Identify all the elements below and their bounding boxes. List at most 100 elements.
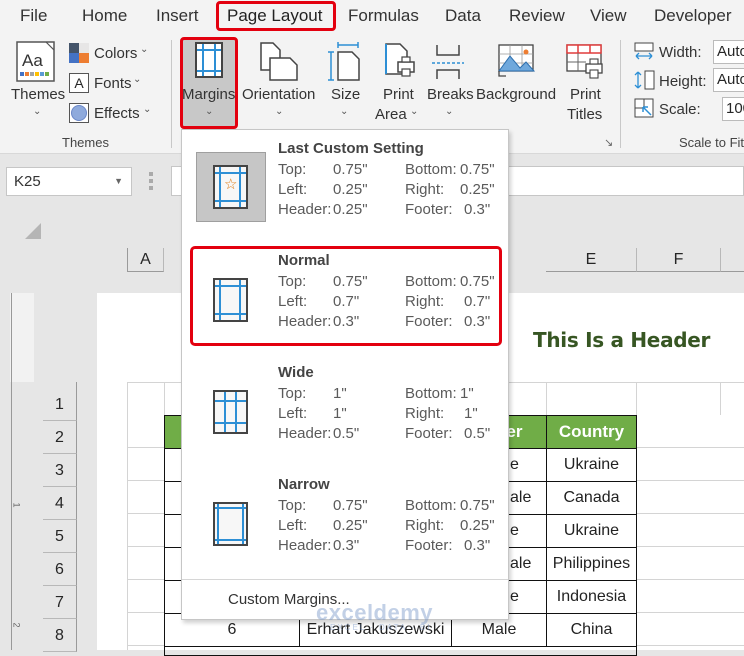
- tab-home[interactable]: Home: [82, 0, 127, 32]
- tab-formulas[interactable]: Formulas: [348, 0, 419, 32]
- column-header-f[interactable]: F: [637, 248, 721, 272]
- margins-label[interactable]: Margins: [182, 85, 235, 104]
- themes-group-label: Themes: [62, 135, 109, 150]
- top-value: 1": [333, 385, 347, 402]
- footer-label: Footer:: [405, 537, 453, 554]
- column-header-e[interactable]: E: [546, 248, 637, 272]
- row-header-4[interactable]: 4: [43, 487, 77, 520]
- option-title: Last Custom Setting: [278, 140, 424, 157]
- option-title: Narrow: [278, 476, 330, 493]
- colors-chevron-icon: ⌄: [140, 44, 149, 55]
- left-label: Left:: [278, 517, 308, 534]
- narrow-margins-icon: [213, 502, 248, 546]
- footer-label: Footer:: [405, 425, 453, 442]
- margin-option-narrow[interactable]: Narrow Top: 0.75" Bottom: 0.75" Left: 0.…: [182, 466, 508, 578]
- footer-value: 0.5": [464, 425, 491, 442]
- margin-option-wide[interactable]: Wide Top: 1" Bottom: 1" Left: 1" Right: …: [182, 354, 508, 466]
- fonts-button[interactable]: Fonts: [94, 74, 132, 93]
- themes-chevron-icon[interactable]: ⌄: [33, 106, 41, 117]
- page-layout-highlight-box: [216, 1, 336, 31]
- tab-view[interactable]: View: [590, 0, 627, 32]
- normal-option-highlight-box: [190, 246, 502, 346]
- right-label: Right:: [405, 405, 445, 422]
- margins-chevron-icon[interactable]: ⌄: [205, 106, 213, 117]
- fonts-icon: A: [69, 73, 89, 93]
- colors-button[interactable]: Colors: [94, 44, 137, 63]
- table-row-next: [164, 646, 637, 656]
- breaks-icon: [432, 45, 464, 79]
- margin-option-last-custom[interactable]: ☆ Last Custom Setting Top: 0.75" Bottom:…: [182, 130, 508, 242]
- row-header-8[interactable]: 8: [43, 619, 77, 652]
- right-label: Right:: [405, 181, 445, 198]
- tab-data[interactable]: Data: [445, 0, 481, 32]
- group-divider: [620, 40, 621, 148]
- name-box-dropdown-icon[interactable]: ▼: [114, 168, 123, 195]
- table-cell-country[interactable]: Ukraine: [546, 514, 637, 548]
- width-icon: [634, 42, 654, 60]
- right-value: 0.25": [460, 517, 495, 534]
- name-box-value: K25: [14, 173, 41, 190]
- size-button[interactable]: Size: [331, 85, 360, 104]
- margins-dropdown-menu: ☆ Last Custom Setting Top: 0.75" Bottom:…: [181, 129, 509, 620]
- top-value: 0.75": [333, 161, 368, 178]
- tab-file[interactable]: File: [20, 0, 47, 32]
- table-cell-country[interactable]: China: [546, 613, 637, 647]
- table-cell-country[interactable]: Ukraine: [546, 448, 637, 482]
- background-button[interactable]: Background: [476, 85, 556, 104]
- tab-review[interactable]: Review: [509, 0, 565, 32]
- grid-line: [546, 382, 547, 415]
- row-header-3[interactable]: 3: [43, 454, 77, 487]
- height-dropdown[interactable]: Automatic: [713, 68, 744, 92]
- bottom-label: Bottom:: [405, 385, 457, 402]
- row-header-2[interactable]: 2: [43, 421, 77, 454]
- print-area-label-1[interactable]: Print: [383, 85, 414, 104]
- page-header-text[interactable]: This Is a Header: [533, 328, 710, 352]
- header-label: Header:: [278, 425, 332, 442]
- grid-line: [164, 382, 165, 415]
- page-setup-launcher-icon[interactable]: ↘: [604, 136, 613, 149]
- select-all-corner[interactable]: [25, 223, 41, 239]
- tab-insert[interactable]: Insert: [156, 0, 199, 32]
- wide-margins-icon: [213, 390, 248, 434]
- bottom-value: 1": [460, 385, 474, 402]
- row-header-6[interactable]: 6: [43, 553, 77, 586]
- column-header-g[interactable]: [721, 248, 744, 272]
- header-label: Header:: [278, 537, 332, 554]
- size-chevron-icon: ⌄: [340, 106, 349, 117]
- table-cell-country[interactable]: Indonesia: [546, 580, 637, 614]
- row-header-1[interactable]: 1: [43, 388, 77, 421]
- column-header-a[interactable]: A: [127, 248, 164, 272]
- effects-button[interactable]: Effects: [94, 104, 140, 123]
- col-f-g-cells: [637, 415, 744, 650]
- margins-icon: [195, 42, 223, 78]
- orientation-button[interactable]: Orientation: [242, 85, 315, 104]
- left-value: 1": [333, 405, 347, 422]
- breaks-button[interactable]: Breaks: [427, 85, 474, 104]
- themes-label[interactable]: Themes: [11, 85, 65, 104]
- print-area-label-2[interactable]: Area: [375, 105, 407, 124]
- breaks-chevron-icon: ⌄: [445, 106, 454, 117]
- name-box[interactable]: K25 ▼: [6, 167, 132, 196]
- orientation-icon: [260, 42, 298, 81]
- width-dropdown[interactable]: Automatic: [713, 40, 744, 64]
- print-titles-label-2[interactable]: Titles: [567, 105, 602, 124]
- print-titles-label-1[interactable]: Print: [570, 85, 601, 104]
- header-value: 0.5": [333, 425, 360, 442]
- bottom-value: 0.75": [460, 161, 495, 178]
- scale-icon: [634, 98, 654, 118]
- scale-input[interactable]: 100%: [722, 97, 744, 121]
- tab-developer[interactable]: Developer: [654, 0, 732, 32]
- table-cell-country[interactable]: Philippines: [546, 547, 637, 581]
- header-value: 0.25": [333, 201, 368, 218]
- formula-bar-resize-handle[interactable]: [149, 172, 153, 190]
- themes-button[interactable]: Aa: [16, 41, 56, 83]
- effects-chevron-icon: ⌄: [143, 104, 152, 115]
- top-label: Top:: [278, 385, 307, 402]
- col-a-cells: [128, 415, 165, 650]
- table-cell-country[interactable]: Canada: [546, 481, 637, 515]
- row-header-7[interactable]: 7: [43, 586, 77, 619]
- row-header-5[interactable]: 5: [43, 520, 77, 553]
- table-header-country[interactable]: Country: [546, 415, 637, 449]
- orientation-chevron-icon: ⌄: [275, 106, 284, 117]
- print-titles-icon: [566, 44, 603, 79]
